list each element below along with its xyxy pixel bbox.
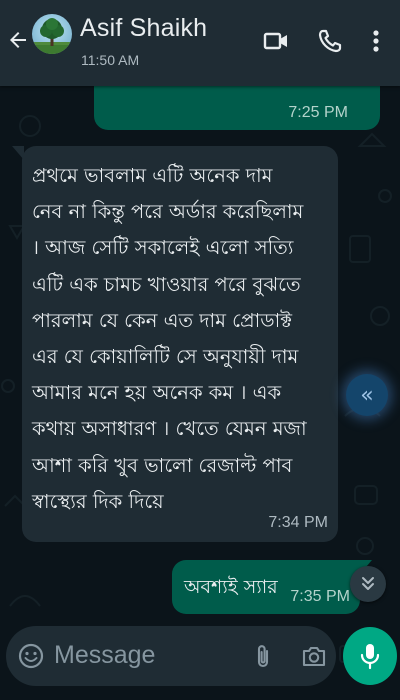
message-text: অবশ্যই স্যার (184, 576, 278, 598)
microphone-icon (360, 644, 380, 670)
message-time: 7:25 PM (288, 104, 348, 121)
message-bubble-outgoing[interactable]: 7:25 PM (94, 86, 380, 130)
double-chevron-left-icon: « (360, 382, 374, 408)
message-bubble-incoming[interactable]: প্রথমে ভাবলাম এটি অনেক দাম নেব না কিন্তু… (22, 146, 338, 542)
last-seen-status: 11:50 AM (81, 52, 140, 68)
video-call-icon[interactable] (262, 27, 290, 55)
message-composer[interactable]: Message (6, 626, 336, 686)
message-text: প্রথমে ভাবলাম এটি অনেক দাম নেব না কিন্তু… (32, 164, 307, 513)
emoji-icon[interactable] (18, 643, 44, 669)
back-arrow-icon[interactable] (6, 28, 30, 52)
message-input[interactable]: Message (54, 641, 155, 670)
attach-icon[interactable] (250, 643, 276, 671)
avatar[interactable] (32, 14, 72, 54)
camera-icon[interactable] (301, 644, 327, 668)
message-time: 7:35 PM (290, 588, 350, 605)
rewind-button[interactable]: « (346, 374, 388, 416)
double-chevron-down-icon (362, 577, 374, 590)
message-bubble-outgoing[interactable]: অবশ্যই স্যার 7:35 PM (172, 560, 360, 614)
contact-name[interactable]: Asif Shaikh (80, 14, 207, 43)
chat-area[interactable]: 7:25 PM প্রথমে ভাবলাম এটি অনেক দাম নেব ন… (0, 86, 400, 700)
more-options-icon[interactable] (362, 27, 390, 55)
tree-image (32, 18, 72, 54)
scroll-to-bottom-button[interactable] (350, 566, 386, 602)
voice-call-icon[interactable] (316, 27, 344, 55)
chat-header: Asif Shaikh 11:50 AM (0, 0, 400, 86)
message-time: 7:34 PM (268, 514, 328, 531)
voice-record-button[interactable] (343, 627, 397, 685)
